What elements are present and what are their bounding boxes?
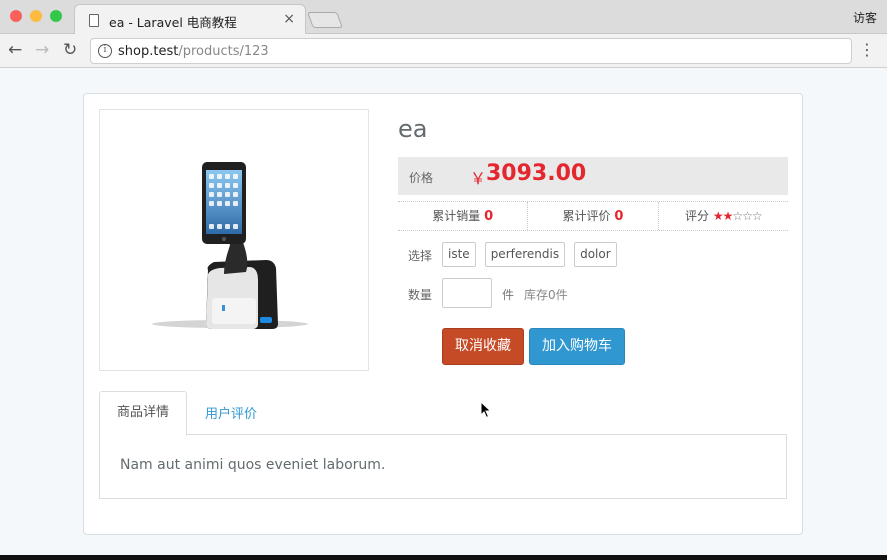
info-icon[interactable]: i (98, 44, 112, 58)
maximize-window-button[interactable] (50, 10, 62, 22)
rating-stars-empty: ☆☆☆ (732, 209, 762, 223)
sales-stat: 累计销量 0 (398, 202, 529, 230)
product-title: ea (398, 115, 428, 143)
price-value: 3093.00 (486, 161, 587, 186)
close-window-button[interactable] (10, 10, 22, 22)
browser-navbar: ← → ↻ i shop.test/products/123 ⋮ (0, 34, 887, 68)
reviews-label: 累计评价 (562, 209, 611, 223)
currency-symbol: ￥ (470, 169, 487, 188)
sku-option[interactable]: iste (442, 242, 476, 267)
rating-stat: 评分 ★★☆☆☆ (659, 202, 788, 230)
new-tab-button[interactable] (307, 12, 343, 28)
profile-guest-label[interactable]: 访客 (853, 9, 877, 26)
browser-tabbar: ea - Laravel 电商教程 × 访客 (0, 0, 887, 35)
minimize-window-button[interactable] (30, 10, 42, 22)
rating-label: 评分 (685, 209, 710, 223)
back-arrow-icon[interactable]: ← (8, 40, 22, 60)
quantity-label: 数量 (408, 288, 433, 302)
product-description-panel: Nam aut animi quos eveniet laborum. (99, 435, 787, 499)
reload-icon[interactable]: ↻ (63, 40, 77, 60)
sales-value: 0 (484, 209, 494, 224)
url-path: /products/123 (178, 44, 269, 59)
browser-tab[interactable]: ea - Laravel 电商教程 × (74, 4, 306, 35)
rating-stars-filled: ★★ (712, 209, 733, 223)
tab-title: ea - Laravel 电商教程 (109, 15, 237, 30)
page-icon (89, 14, 99, 27)
mouse-cursor-icon (480, 401, 492, 419)
product-stats: 累计销量 0 累计评价 0 评分 ★★☆☆☆ (398, 201, 788, 231)
product-panel: ea 价格 ￥ 3093.00 累计销量 0 累计评价 0 评分 ★★☆☆☆ 选… (83, 93, 803, 535)
close-tab-icon[interactable]: × (283, 11, 295, 27)
sku-option[interactable]: dolor (574, 242, 617, 267)
reviews-value: 0 (614, 209, 624, 224)
kiosk-tablet-stand-image (152, 162, 308, 329)
tab-reviews[interactable]: 用户评价 (205, 403, 257, 422)
reviews-stat: 累计评价 0 (528, 202, 659, 230)
tab-details[interactable]: 商品详情 (99, 391, 187, 436)
sku-option[interactable]: perferendis (484, 242, 566, 267)
add-to-cart-button[interactable]: 加入购物车 (529, 328, 625, 365)
bottom-edge (0, 555, 887, 560)
product-description: Nam aut animi quos eveniet laborum. (120, 457, 386, 473)
url-host: shop.test (118, 44, 179, 59)
window-controls (10, 10, 62, 22)
unit-label: 件 (502, 288, 515, 302)
product-image (99, 109, 369, 371)
price-bar: 价格 ￥ 3093.00 (398, 157, 788, 195)
quantity-input[interactable] (442, 278, 492, 308)
kebab-menu-icon[interactable]: ⋮ (859, 40, 875, 59)
unfavorite-button[interactable]: 取消收藏 (442, 328, 524, 365)
url-text: shop.test/products/123 (118, 44, 269, 59)
sku-options: iste perferendis dolor (442, 242, 617, 267)
sku-select-label: 选择 (408, 249, 433, 263)
forward-arrow-icon[interactable]: → (35, 40, 49, 60)
product-tabs: 商品详情 用户评价 (99, 391, 787, 436)
address-bar[interactable]: i shop.test/products/123 (90, 38, 852, 64)
sales-label: 累计销量 (432, 209, 481, 223)
stock-text: 库存0件 (524, 288, 568, 302)
rating-stars-icon: ★★☆☆☆ (712, 209, 763, 223)
price-label: 价格 (409, 171, 434, 185)
